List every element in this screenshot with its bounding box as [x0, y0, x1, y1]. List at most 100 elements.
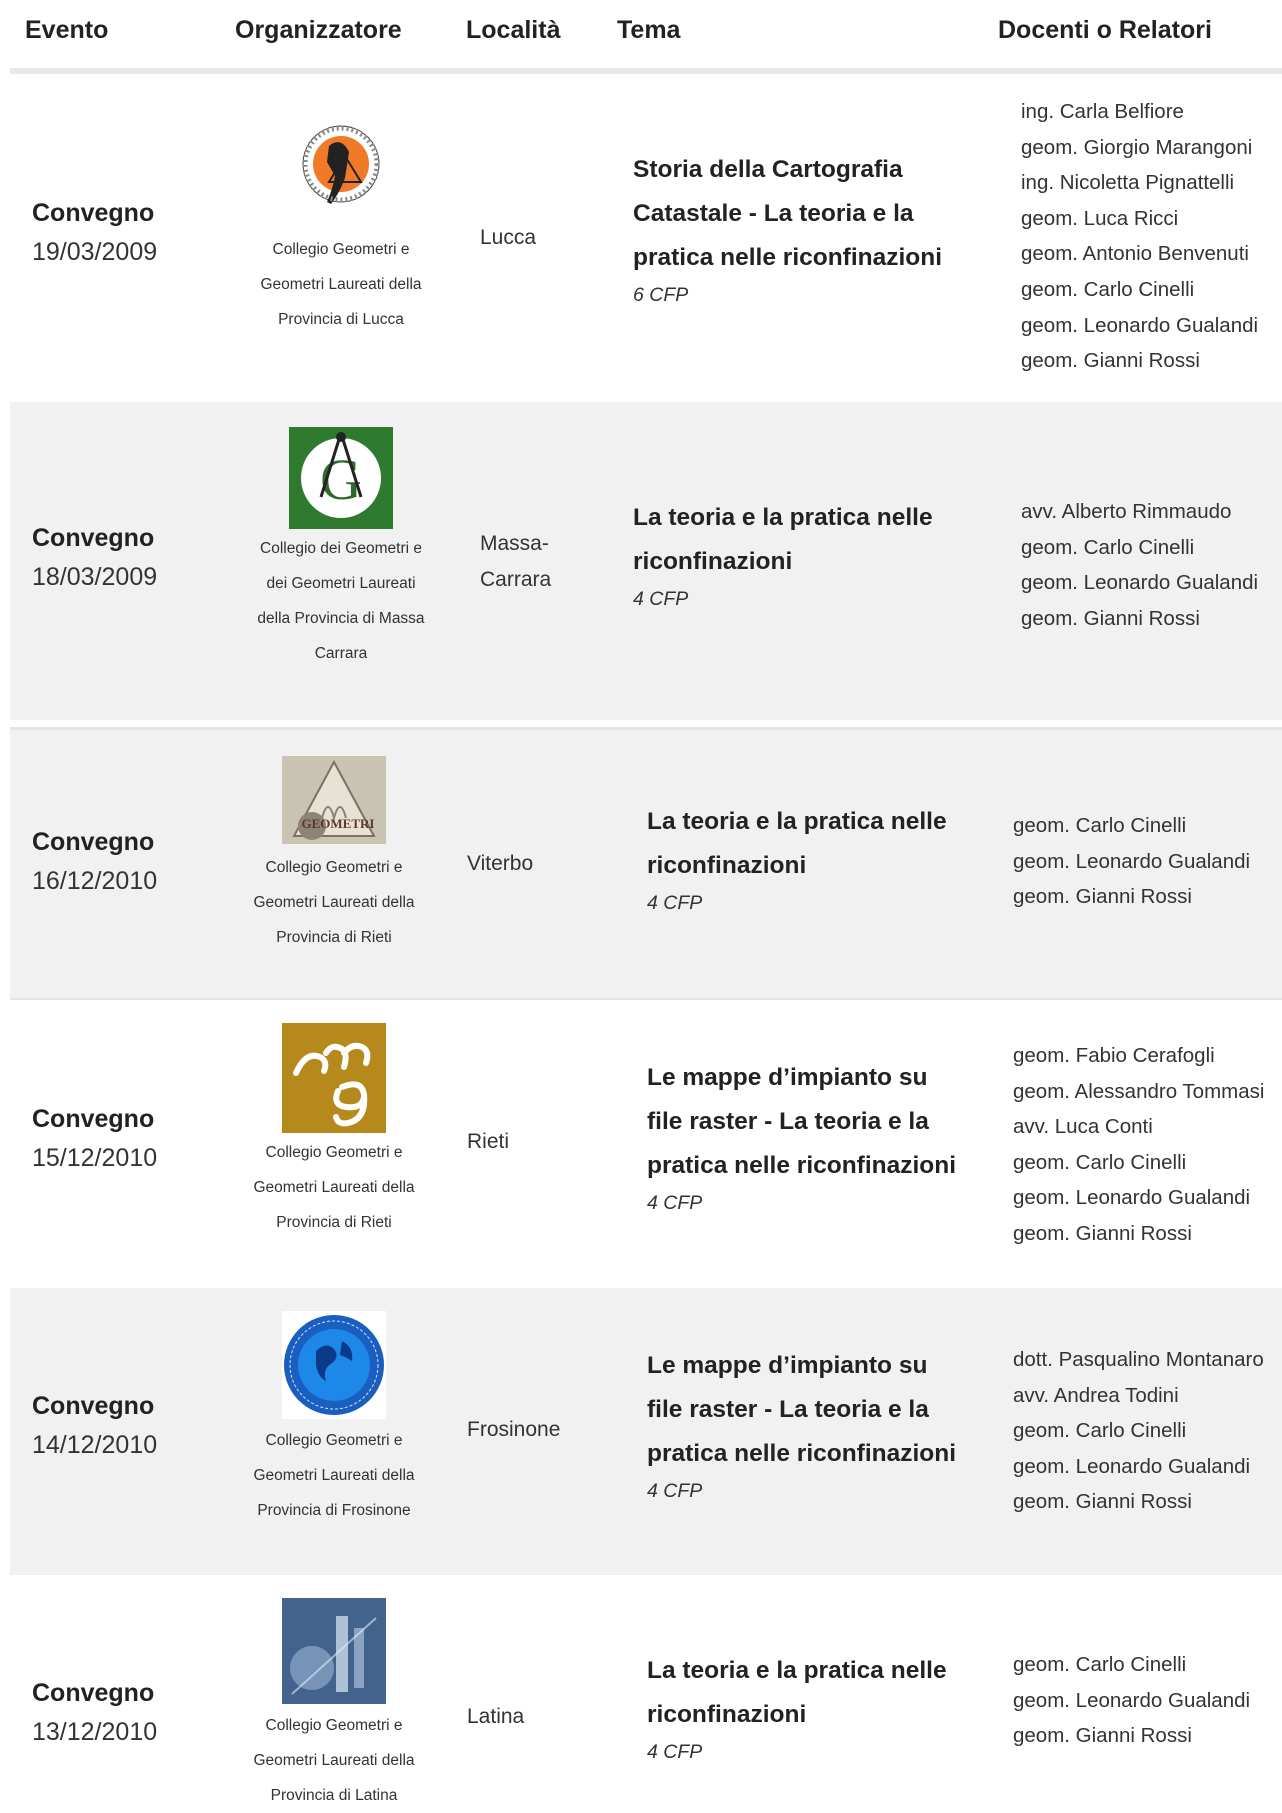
theme-cell: Le mappe d’impianto su file raster - La …	[647, 1344, 956, 1503]
speaker-name: geom. Antonio Benvenuti	[1021, 242, 1249, 266]
event-date: 19/03/2009	[32, 238, 158, 266]
speaker-name: geom. Carlo Cinelli	[1013, 1419, 1187, 1443]
location-cell: Frosinone	[467, 1418, 561, 1441]
organizer-name: Collegio dei Geometri e dei Geometri Lau…	[257, 540, 425, 662]
theme-title[interactable]: La teoria e la pratica nelle riconfinazi…	[647, 800, 947, 888]
speaker-name: geom. Leonardo Gualandi	[1021, 571, 1259, 595]
theme-cell: La teoria e la pratica nelle riconfinazi…	[633, 496, 933, 611]
theme-cell: La teoria e la pratica nelle riconfinazi…	[647, 1649, 947, 1764]
organizer-name: Collegio Geometri e Geometri Laureati de…	[253, 859, 415, 946]
speaker-name: geom. Luca Ricci	[1021, 206, 1179, 230]
collegio-geometri-frosinone-logo	[282, 1311, 386, 1419]
organizer-cell: G Collegio dei Geometri e dei Geometri L…	[238, 427, 444, 671]
speaker-name: geom. Carlo Cinelli	[1021, 535, 1195, 559]
event-cell: Convegno 19/03/2009	[32, 199, 157, 267]
theme-title[interactable]: Le mappe d’impianto su file raster - La …	[647, 1344, 956, 1476]
event-cell: Convegno 15/12/2010	[32, 1105, 157, 1173]
speaker-name: ing. Nicoletta Pignattelli	[1021, 171, 1235, 195]
column-header-tema[interactable]: Tema	[617, 16, 680, 45]
event-date: 13/12/2010	[32, 1718, 158, 1746]
event-date: 16/12/2010	[32, 867, 158, 895]
speaker-name: geom. Gianni Rossi	[1021, 606, 1200, 630]
organizer-name: Collegio Geometri e Geometri Laureati de…	[260, 241, 422, 328]
speaker-name: geom. Carlo Cinelli	[1013, 1150, 1187, 1174]
cfp-credits: 4 CFP	[647, 892, 703, 914]
speakers-cell: geom. Carlo Cinelli geom. Leonardo Guala…	[1013, 808, 1250, 915]
event-cell: Convegno 18/03/2009	[32, 524, 157, 592]
collegio-geometri-latina-logo	[282, 1598, 386, 1704]
cfp-credits: 4 CFP	[633, 588, 689, 610]
speaker-name: avv. Luca Conti	[1013, 1115, 1153, 1139]
organizer-cell: Collegio Geometri e Geometri Laureati de…	[231, 1598, 437, 1813]
speaker-name: ing. Carla Belfiore	[1021, 100, 1184, 123]
event-type: Convegno	[32, 524, 155, 552]
geometri-viterbo-logo: GEOMETRI	[282, 756, 386, 844]
speaker-name: geom. Gianni Rossi	[1013, 885, 1192, 909]
speaker-name: geom. Fabio Cerafogli	[1013, 1044, 1215, 1067]
event-type: Convegno	[32, 1392, 155, 1420]
speaker-name: geom. Leonardo Gualandi	[1013, 1688, 1251, 1712]
table-header: Evento Organizzatore Località Tema Docen…	[0, 0, 1282, 62]
table-row: Convegno 15/12/2010 Collegio Geometri e …	[10, 1000, 1282, 1288]
table-row: Convegno 13/12/2010 Collegio Geometri e …	[10, 1575, 1282, 1804]
cfp-credits: 4 CFP	[647, 1192, 703, 1214]
speaker-name: geom. Carlo Cinelli	[1013, 1653, 1187, 1676]
location-cell: Lucca	[480, 226, 537, 249]
speaker-name: geom. Gianni Rossi	[1013, 1724, 1192, 1748]
speaker-name: geom. Carlo Cinelli	[1013, 814, 1187, 837]
collegio-geometri-massa-carrara-logo: G	[289, 427, 393, 529]
speaker-name: geom. Gianni Rossi	[1021, 349, 1200, 373]
location-cell: Massa- Carrara	[480, 532, 552, 591]
speakers-cell: geom. Fabio Cerafogli geom. Alessandro T…	[1013, 1038, 1264, 1252]
organizer-cell: Collegio Geometri e Geometri Laureati de…	[231, 1023, 437, 1240]
theme-title[interactable]: Storia della Cartografia Catastale - La …	[633, 148, 942, 280]
speaker-name: geom. Leonardo Gualandi	[1013, 1186, 1251, 1210]
event-date: 14/12/2010	[32, 1431, 158, 1459]
location-cell: Latina	[467, 1705, 525, 1728]
theme-cell: La teoria e la pratica nelle riconfinazi…	[647, 800, 947, 915]
cfp-credits: 4 CFP	[647, 1480, 703, 1502]
event-date: 18/03/2009	[32, 563, 158, 591]
speaker-name: dott. Pasqualino Montanaro	[1013, 1348, 1264, 1371]
theme-title[interactable]: La teoria e la pratica nelle riconfinazi…	[647, 1649, 947, 1737]
theme-cell: Le mappe d’impianto su file raster - La …	[647, 1056, 956, 1215]
speakers-cell: geom. Carlo Cinelli geom. Leonardo Guala…	[1013, 1647, 1250, 1754]
speaker-name: geom. Alessandro Tommasi	[1013, 1079, 1265, 1103]
column-header-organizzatore[interactable]: Organizzatore	[235, 16, 402, 45]
table-row: Convegno 16/12/2010 GEOMETRI Collegio Ge…	[10, 730, 1282, 998]
speaker-name: geom. Leonardo Gualandi	[1013, 1454, 1251, 1478]
location-cell: Viterbo	[467, 852, 534, 875]
event-cell: Convegno 16/12/2010	[32, 828, 157, 896]
theme-title[interactable]: La teoria e la pratica nelle riconfinazi…	[633, 496, 933, 584]
speaker-name: geom. Leonardo Gualandi	[1013, 849, 1251, 873]
column-header-localita[interactable]: Località	[466, 16, 560, 45]
event-type: Convegno	[32, 828, 155, 856]
cfp-credits: 6 CFP	[633, 284, 689, 306]
table-row: Convegno 19/03/2009 Collegio Geometri e …	[10, 74, 1282, 402]
event-type: Convegno	[32, 1679, 155, 1707]
event-type: Convegno	[32, 1105, 155, 1133]
collegio-geometri-lucca-logo	[289, 118, 393, 222]
theme-cell: Storia della Cartografia Catastale - La …	[633, 148, 942, 307]
column-header-evento[interactable]: Evento	[25, 16, 108, 45]
organizer-name: Collegio Geometri e Geometri Laureati de…	[253, 1144, 415, 1231]
speaker-name: geom. Gianni Rossi	[1013, 1490, 1192, 1514]
organizer-cell: GEOMETRI Collegio Geometri e Geometri La…	[231, 756, 437, 955]
column-header-docenti[interactable]: Docenti o Relatori	[998, 16, 1212, 45]
event-cell: Convegno 14/12/2010	[32, 1392, 157, 1460]
organizer-cell: Collegio Geometri e Geometri Laureati de…	[238, 118, 444, 337]
speaker-name: geom. Leonardo Gualandi	[1021, 313, 1259, 337]
organizer-name: Collegio Geometri e Geometri Laureati de…	[253, 1432, 415, 1519]
speakers-cell: dott. Pasqualino Montanaro avv. Andrea T…	[1013, 1342, 1264, 1520]
organizer-name: Collegio Geometri e Geometri Laureati de…	[253, 1717, 415, 1804]
speakers-cell: avv. Alberto Rimmaudo geom. Carlo Cinell…	[1021, 494, 1258, 636]
theme-title[interactable]: Le mappe d’impianto su file raster - La …	[647, 1056, 956, 1188]
cfp-credits: 4 CFP	[647, 1741, 703, 1763]
event-type: Convegno	[32, 199, 155, 227]
table-row: Convegno 14/12/2010 Collegio Geometri e …	[10, 1288, 1282, 1575]
table-row: Convegno 18/03/2009 G Collegio dei Geome…	[10, 402, 1282, 720]
speaker-name: geom. Carlo Cinelli	[1021, 277, 1195, 301]
speaker-name: avv. Andrea Todini	[1013, 1383, 1179, 1407]
event-date: 15/12/2010	[32, 1144, 158, 1172]
event-cell: Convegno 13/12/2010	[32, 1679, 157, 1747]
